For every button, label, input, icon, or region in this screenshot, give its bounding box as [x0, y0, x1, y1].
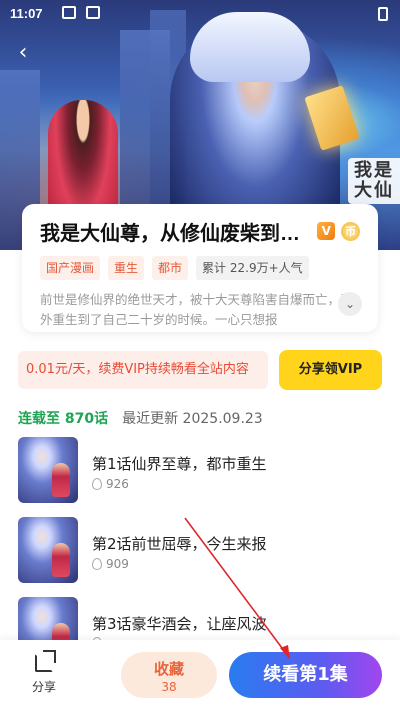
episode-views: 926 [92, 477, 129, 491]
status-bar: 11:07 [0, 0, 400, 26]
notification-icon [62, 6, 76, 19]
episode-title: 第3话豪华酒会，让座风波 [92, 615, 267, 633]
episode-thumbnail [18, 517, 78, 583]
view-count: 926 [106, 477, 129, 491]
episode-title: 第2话前世屈辱，今生来报 [92, 535, 267, 553]
fire-icon [92, 478, 102, 490]
vip-promo-banner[interactable]: 0.01元/天，续费VIP持续畅看全站内容 [18, 351, 268, 389]
tag-item[interactable]: 都市 [152, 256, 189, 280]
episode-thumbnail [18, 437, 78, 503]
view-count: 909 [106, 557, 129, 571]
popularity-badge: 累计 22.9万+人气 [196, 256, 309, 280]
book-description: 前世是修仙界的绝世天才，被十大天尊陷害自爆而亡，意外重生到了自己二十岁的时候。一… [40, 292, 353, 327]
coin-badge-icon: 币 [341, 221, 360, 241]
tag-item[interactable]: 重生 [108, 256, 145, 280]
collect-label: 收藏 [153, 660, 184, 678]
episode-item[interactable]: 第2话前世屈辱，今生来报 909 [18, 517, 382, 597]
last-updated: 最近更新 2025.09.23 [122, 411, 263, 427]
status-time: 11:07 [10, 6, 43, 21]
episode-item[interactable]: 第1话仙界至尊，都市重生 926 [18, 437, 382, 517]
share-get-vip-button[interactable]: 分享领VIP [279, 350, 382, 390]
title-row: 我是大仙尊，从修仙废柴到… V 币 [40, 218, 360, 245]
app-notification-icon [86, 6, 100, 19]
status-icons [62, 6, 100, 19]
share-label: 分享 [31, 680, 56, 694]
poster-title-text: 我是大仙 [348, 158, 400, 204]
back-chevron-icon[interactable]: ‹ [10, 40, 36, 66]
tag-item[interactable]: 国产漫画 [40, 256, 101, 280]
bottom-action-bar: 分享 收藏 38 续看第1集 [0, 640, 400, 710]
battery-icon [378, 7, 388, 21]
book-title: 我是大仙尊，从修仙废柴到… [40, 222, 300, 245]
continue-reading-button[interactable]: 续看第1集 [229, 652, 382, 698]
episode-views: 909 [92, 557, 129, 571]
collect-button[interactable]: 收藏 38 [121, 652, 217, 698]
serial-count: 连载至 870话 [18, 411, 109, 427]
share-icon [35, 650, 56, 672]
vip-badge-icon: V [317, 222, 336, 240]
collect-count: 38 [161, 680, 177, 694]
expand-chevron-down-icon[interactable]: ⌄ [338, 292, 362, 316]
serial-status-row: 连载至 870话 最近更新 2025.09.23 [18, 408, 263, 428]
book-info-card: 我是大仙尊，从修仙废柴到… V 币 国产漫画 重生 都市 累计 22.9万+人气… [22, 204, 378, 332]
fire-icon [92, 558, 102, 570]
share-button[interactable]: 分享 [22, 650, 66, 695]
episode-title: 第1话仙界至尊，都市重生 [92, 455, 267, 473]
tag-list: 国产漫画 重生 都市 累计 22.9万+人气 [40, 256, 360, 280]
